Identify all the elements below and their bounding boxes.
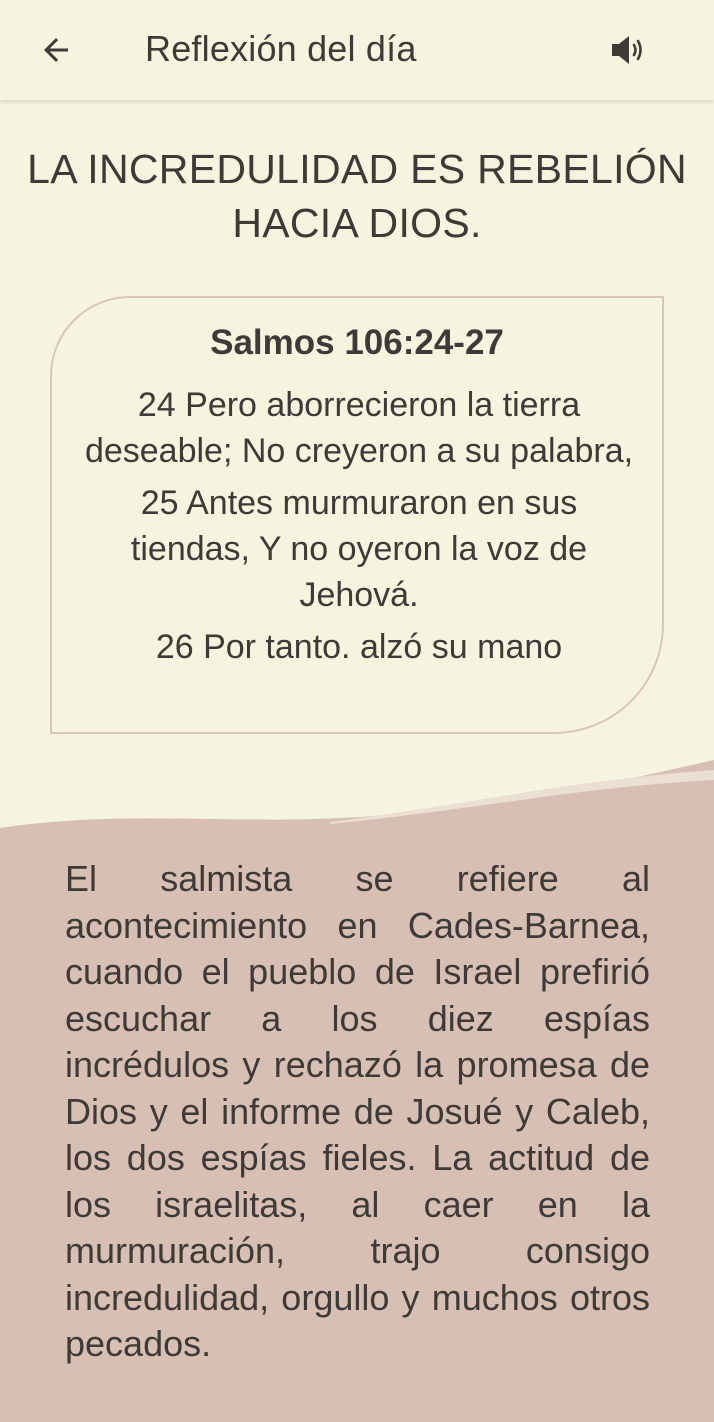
verse-list: 24 Pero aborrecieron la tierra deseable;… [82, 382, 636, 676]
verse-line: 25 Antes murmuraron en sus tiendas, Y no… [130, 484, 588, 614]
arrow-left-icon [44, 38, 68, 62]
play-audio-button[interactable] [596, 22, 660, 78]
page-title: Reflexión del día [145, 28, 417, 69]
wave-divider [0, 760, 714, 840]
app-bar: Reflexión del día [0, 0, 714, 100]
back-button[interactable] [24, 20, 88, 80]
reflection-headline: LA INCREDULIDAD ES REBELIÓN HACIA DIOS. [27, 146, 687, 246]
verse-reference: Salmos 106:24-27 [210, 323, 504, 362]
verse-line: 26 Por tanto. alzó su mano [155, 628, 563, 666]
reflection-text: El salmista se refiere al acontecimiento… [65, 858, 650, 1364]
verse-card: Salmos 106:24-27 24 Pero aborrecieron la… [50, 296, 664, 734]
volume-icon [612, 36, 642, 64]
verse-line: 24 Pero aborrecieron la tierra deseable;… [84, 386, 634, 470]
